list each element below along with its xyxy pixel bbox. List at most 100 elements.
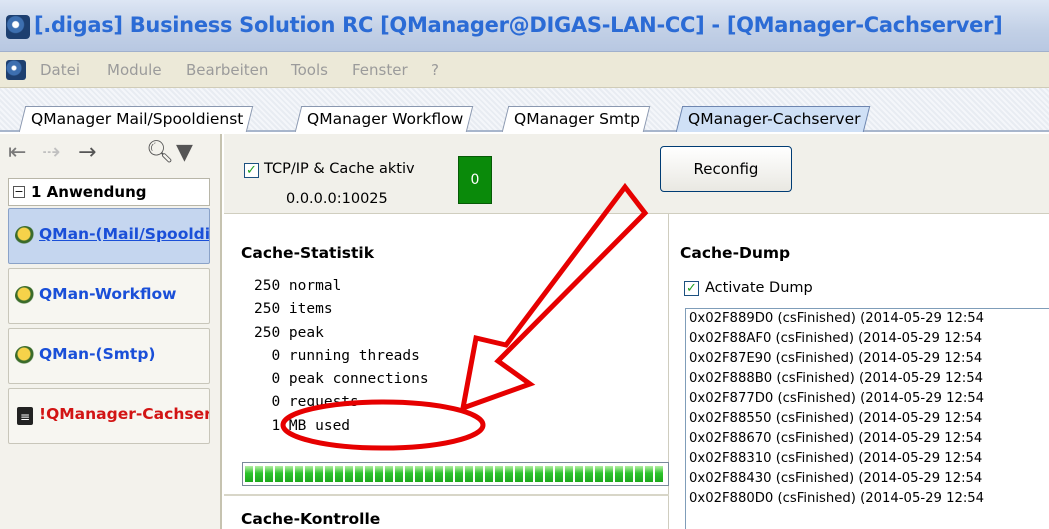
tab-cachserver[interactable]: QManager-Cachserver [675, 106, 871, 132]
listen-address: 0.0.0.0:10025 [286, 191, 388, 207]
divider [224, 494, 669, 496]
sidebar-item-mail-spool[interactable]: QMan-(Mail/Spooldienst) [8, 208, 210, 264]
list-item[interactable]: 0x02F88AF0 (csFinished) (2014-05-29 12:5… [686, 329, 1049, 349]
sidebar-item-label: !QManager-Cachserver [39, 405, 209, 423]
list-item[interactable]: 0x02F87E90 (csFinished) (2014-05-29 12:5… [686, 349, 1049, 369]
tcp-cache-checkbox[interactable]: ✓ [244, 163, 259, 178]
progress-segment [285, 466, 293, 482]
progress-segment [355, 466, 363, 482]
bird-icon [15, 286, 35, 306]
menu-tools[interactable]: Tools [291, 61, 328, 79]
server-status-area: ✓ TCP/IP & Cache aktiv 0.0.0.0:10025 0 R… [224, 134, 1049, 214]
cache-statistics-list: 250 normal 250 items 250 peak 0 running th… [254, 275, 429, 438]
app-menu-icon[interactable] [6, 60, 26, 80]
stat-line: 250 items [254, 301, 333, 318]
progress-segment [275, 466, 283, 482]
progress-segment [425, 466, 433, 482]
menu-fenster[interactable]: Fenster [352, 61, 408, 79]
menu-module[interactable]: Module [107, 61, 162, 79]
app-icon [6, 15, 30, 39]
progress-segment [325, 466, 333, 482]
progress-segment [345, 466, 353, 482]
stat-line: 0 requests [254, 394, 359, 411]
cache-kontrolle-heading: Cache-Kontrolle [241, 510, 381, 528]
cache-dump-list[interactable]: 0x02F889D0 (csFinished) (2014-05-29 12:5… [685, 308, 1049, 529]
filter-icon[interactable]: ▼ [176, 142, 193, 164]
tab-mail-spooldienst[interactable]: QManager Mail/Spooldienst [18, 106, 254, 132]
progress-segment [385, 466, 393, 482]
progress-segment [445, 466, 453, 482]
progress-segment [375, 466, 383, 482]
progress-segment [605, 466, 613, 482]
progress-segment [315, 466, 323, 482]
cache-dump-heading: Cache-Dump [680, 244, 791, 262]
progress-segment [475, 466, 483, 482]
sidebar-item-cachserver[interactable]: ≡ !QManager-Cachserver [8, 388, 210, 444]
progress-segment [545, 466, 553, 482]
progress-segment [465, 466, 473, 482]
list-item[interactable]: 0x02F888B0 (csFinished) (2014-05-29 12:5… [686, 369, 1049, 389]
list-item[interactable]: 0x02F877D0 (csFinished) (2014-05-29 12:5… [686, 389, 1049, 409]
progress-fill [245, 466, 666, 482]
arrow-right-icon[interactable]: → [78, 142, 96, 164]
list-item[interactable]: 0x02F889D0 (csFinished) (2014-05-29 12:5… [686, 309, 1049, 329]
progress-segment [585, 466, 593, 482]
menu-bar: Datei Module Bearbeiten Tools Fenster ? [0, 52, 1049, 88]
progress-segment [595, 466, 603, 482]
list-item[interactable]: 0x02F88310 (csFinished) (2014-05-29 12:5… [686, 449, 1049, 469]
progress-segment [455, 466, 463, 482]
progress-segment [305, 466, 313, 482]
progress-segment [555, 466, 563, 482]
cache-dump-panel: Cache-Dump ✓ Activate Dump 0x02F889D0 (c… [670, 214, 1049, 529]
navigation-panel: ⇤ ⇢ → 🔍︎ ▼ − 1 Anwendung QMan-(Mail/Spoo… [0, 134, 222, 529]
tab-smtp[interactable]: QManager Smtp [501, 106, 651, 132]
progress-segment [255, 466, 263, 482]
status-indicator: 0 [458, 156, 492, 204]
sidebar-item-smtp[interactable]: QMan-(Smtp) [8, 328, 210, 384]
progress-segment [495, 466, 503, 482]
activate-dump-checkbox[interactable]: ✓ [684, 281, 699, 296]
sidebar-item-label: QMan-(Smtp) [39, 345, 156, 363]
list-item[interactable]: 0x02F88550 (csFinished) (2014-05-29 12:5… [686, 409, 1049, 429]
expand-icon[interactable]: ⇢ [42, 142, 60, 164]
sidebar-item-workflow[interactable]: QMan-Workflow [8, 268, 210, 324]
list-item[interactable]: 0x02F880D0 (csFinished) (2014-05-29 12:5… [686, 489, 1049, 509]
progress-segment [655, 466, 663, 482]
tab-strip: QManager Mail/Spooldienst QManager Workf… [0, 88, 1049, 132]
document-icon: ≡ [17, 407, 33, 425]
progress-segment [635, 466, 643, 482]
activate-dump-label: Activate Dump [705, 280, 813, 296]
progress-segment [335, 466, 343, 482]
progress-segment [525, 466, 533, 482]
sidebar-item-label: QMan-Workflow [39, 285, 177, 303]
progress-segment [645, 466, 653, 482]
progress-segment [505, 466, 513, 482]
progress-segment [265, 466, 273, 482]
progress-segment [575, 466, 583, 482]
stat-line: 250 peak [254, 324, 324, 341]
progress-segment [245, 466, 253, 482]
bird-icon [15, 226, 35, 246]
cache-statistics-panel: Cache-Statistik 250 normal 250 items 250 p… [224, 214, 669, 529]
stat-line: 250 normal [254, 278, 342, 294]
cache-progress-bar [242, 462, 669, 486]
progress-segment [415, 466, 423, 482]
progress-segment [625, 466, 633, 482]
list-item[interactable]: 0x02F88430 (csFinished) (2014-05-29 12:5… [686, 469, 1049, 489]
collapse-all-icon[interactable]: ⇤ [8, 142, 26, 164]
search-icon[interactable]: 🔍︎ [146, 142, 174, 164]
progress-segment [295, 466, 303, 482]
progress-segment [435, 466, 443, 482]
list-item[interactable]: 0x02F88670 (csFinished) (2014-05-29 12:5… [686, 429, 1049, 449]
progress-segment [395, 466, 403, 482]
menu-datei[interactable]: Datei [40, 61, 80, 79]
reconfig-button[interactable]: Reconfig [660, 146, 792, 192]
progress-segment [405, 466, 413, 482]
tab-workflow[interactable]: QManager Workflow [294, 106, 474, 132]
collapse-toggle-icon[interactable]: − [13, 186, 25, 198]
progress-segment [615, 466, 623, 482]
menu-help[interactable]: ? [431, 61, 439, 79]
group-header[interactable]: − 1 Anwendung [8, 178, 210, 206]
title-bar: [.digas] Business Solution RC [QManager@… [0, 0, 1049, 52]
menu-bearbeiten[interactable]: Bearbeiten [186, 61, 268, 79]
